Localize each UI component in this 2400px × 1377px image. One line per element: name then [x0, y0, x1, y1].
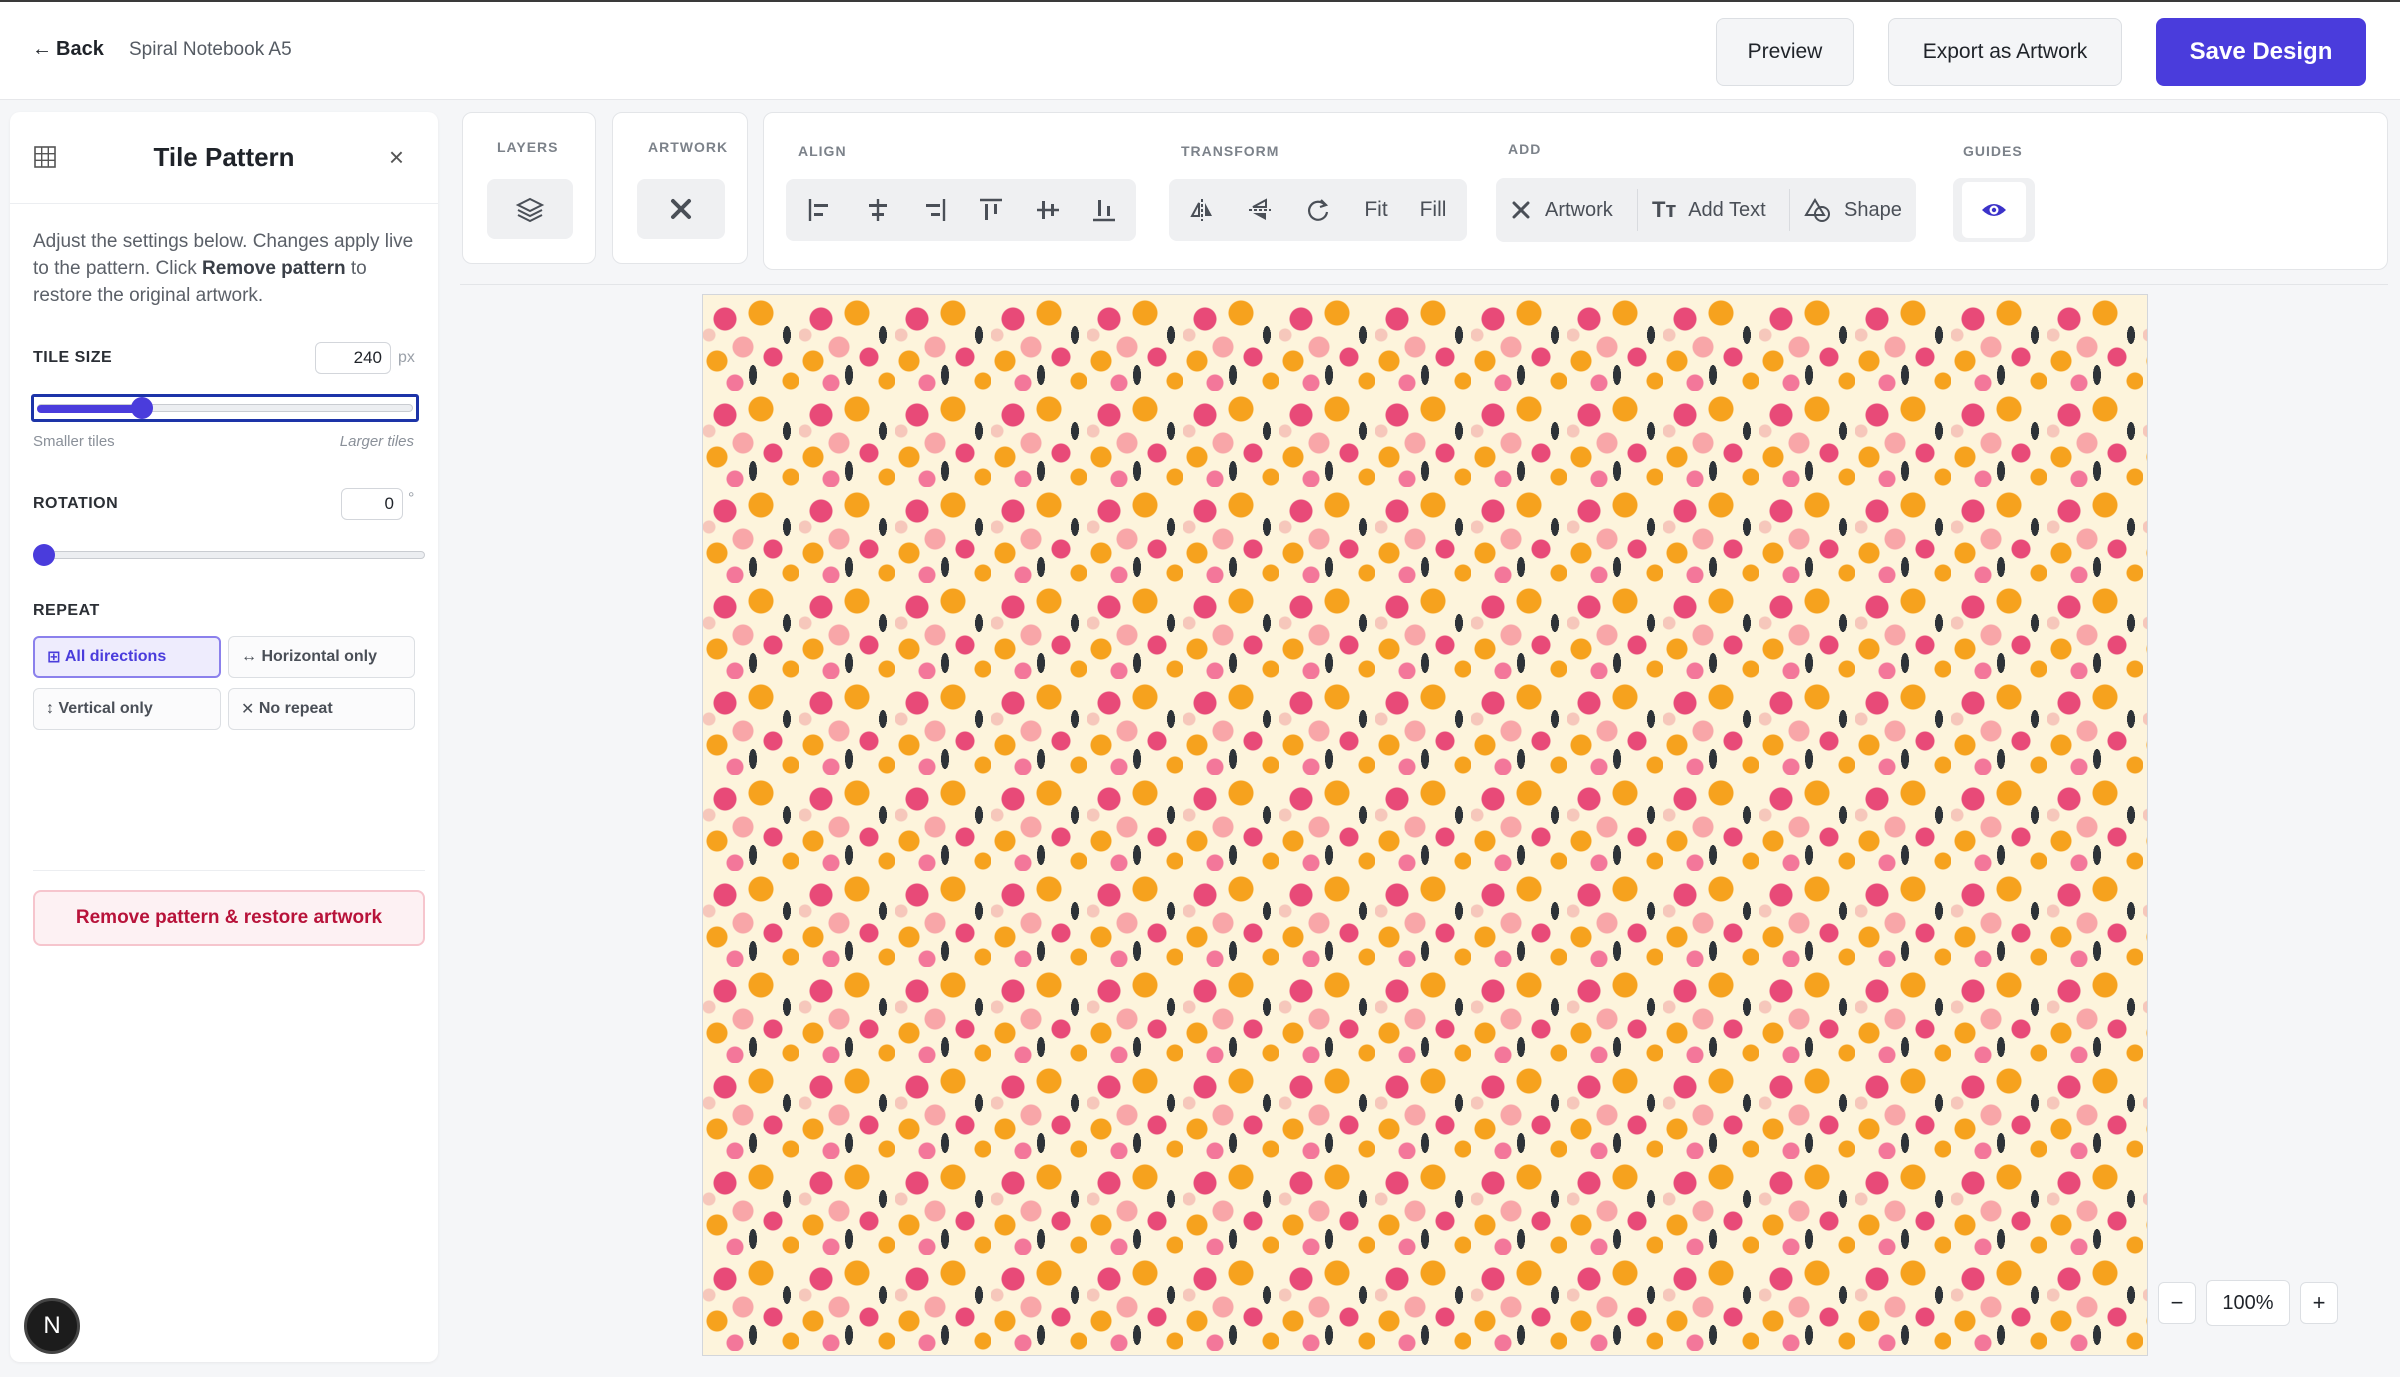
design-canvas[interactable] [702, 294, 2148, 1356]
smaller-tiles-hint: Smaller tiles [33, 433, 115, 450]
add-shape-label: Shape [1844, 198, 1902, 221]
tile-size-unit: px [398, 349, 415, 366]
align-bottom-icon[interactable] [1080, 183, 1128, 237]
panel-title: Tile Pattern [153, 142, 295, 172]
export-artwork-button[interactable]: Export as Artwork [1888, 18, 2122, 86]
tile-size-label: TILE SIZE [33, 349, 113, 366]
panel-description: Adjust the settings below. Changes apply… [33, 228, 423, 309]
add-separator [1637, 189, 1638, 231]
no-repeat-button[interactable]: ✕ No repeat [228, 688, 415, 730]
preview-button[interactable]: Preview [1716, 18, 1854, 86]
flip-vertical-icon[interactable] [1236, 183, 1284, 237]
brush-icon [671, 199, 691, 219]
add-artwork-label: Artwork [1545, 198, 1613, 221]
add-group-label: ADD [1508, 141, 1542, 157]
repeat-option-label: Vertical only [58, 700, 153, 717]
repeat-label: REPEAT [33, 602, 100, 619]
layers-icon [515, 197, 545, 223]
artwork-button[interactable] [637, 179, 725, 239]
guides-group-label: GUIDES [1963, 143, 2023, 159]
zoom-controls: − 100% + [2158, 1277, 2354, 1329]
tile-size-slider[interactable] [31, 394, 419, 422]
rotation-label: ROTATION [33, 495, 119, 512]
arrow-left-icon: ← [32, 38, 52, 60]
align-top-icon[interactable] [967, 183, 1015, 237]
vertical-arrows-icon: ↕ [46, 700, 54, 717]
larger-tiles-hint: Larger tiles [339, 433, 414, 450]
repeat-option-label: No repeat [258, 700, 333, 717]
zoom-level: 100% [2206, 1280, 2290, 1326]
transform-group-label: TRANSFORM [1181, 143, 1280, 159]
repeat-all-directions-button[interactable]: ⊞ All directions [33, 636, 221, 678]
add-text-button[interactable]: Tт Add Text [1652, 179, 1766, 241]
top-bar: ← Back Spiral Notebook A5 Preview Export… [0, 0, 2400, 100]
avatar[interactable]: N [24, 1298, 80, 1354]
align-right-icon[interactable] [910, 183, 958, 237]
guides-toggle[interactable] [1962, 182, 2026, 238]
zoom-in-button[interactable]: + [2300, 1282, 2338, 1324]
layers-button[interactable] [487, 179, 573, 239]
repeat-option-label: Horizontal only [261, 648, 378, 665]
close-icon[interactable]: × [389, 142, 404, 173]
toolbar-card: ALIGN TRANSFORM Fit Fill ADD Artwork Tт … [763, 112, 2388, 270]
rotation-slider-thumb[interactable] [33, 544, 55, 566]
fit-button[interactable]: Fit [1350, 183, 1402, 237]
x-icon: ✕ [241, 701, 255, 718]
panel-header: Tile Pattern × [10, 112, 438, 204]
save-design-button[interactable]: Save Design [2156, 18, 2366, 86]
artwork-group-label: ARTWORK [648, 139, 729, 155]
flip-horizontal-icon[interactable] [1178, 183, 1226, 237]
panel-divider [33, 870, 425, 871]
align-center-vertical-icon[interactable] [1024, 183, 1072, 237]
remove-pattern-button[interactable]: Remove pattern & restore artwork [33, 890, 425, 946]
rotation-slider-track[interactable] [33, 551, 425, 559]
add-shape-button[interactable]: Shape [1804, 179, 1902, 241]
back-label: Back [56, 38, 104, 60]
add-separator [1789, 189, 1790, 231]
text-icon: Tт [1652, 197, 1677, 222]
tile-size-slider-thumb[interactable] [131, 397, 153, 419]
horizontal-arrows-icon: ↔ [241, 648, 257, 665]
tile-pattern-panel: Tile Pattern × Adjust the settings below… [10, 112, 438, 1362]
rotation-input[interactable]: 0 [341, 488, 403, 520]
add-text-label: Add Text [1688, 198, 1766, 221]
align-center-horizontal-icon[interactable] [854, 183, 902, 237]
layers-card: LAYERS [462, 112, 596, 264]
repeat-vertical-button[interactable]: ↕ Vertical only [33, 688, 221, 730]
tile-size-input[interactable]: 240 [315, 342, 391, 374]
description-bold: Remove pattern [201, 258, 346, 279]
rotate-icon[interactable] [1294, 183, 1342, 237]
shape-icon [1804, 198, 1830, 222]
grid-small-icon: ⊞ [47, 649, 61, 666]
toolbar-divider [460, 284, 2388, 285]
eye-icon [1982, 204, 2006, 216]
align-left-icon[interactable] [796, 183, 844, 237]
zoom-out-button[interactable]: − [2158, 1282, 2196, 1324]
artwork-card: ARTWORK [612, 112, 748, 264]
brush-icon [1512, 201, 1530, 219]
layers-group-label: LAYERS [497, 139, 559, 155]
document-name: Spiral Notebook A5 [129, 39, 292, 60]
align-group-label: ALIGN [798, 143, 847, 159]
back-button[interactable]: ← Back [32, 38, 104, 61]
tile-size-slider-fill [37, 405, 145, 413]
repeat-option-label: All directions [64, 648, 167, 665]
rotation-unit: ° [408, 490, 415, 507]
fill-button[interactable]: Fill [1406, 183, 1460, 237]
add-artwork-button[interactable]: Artwork [1509, 179, 1613, 241]
repeat-horizontal-button[interactable]: ↔ Horizontal only [228, 636, 415, 678]
